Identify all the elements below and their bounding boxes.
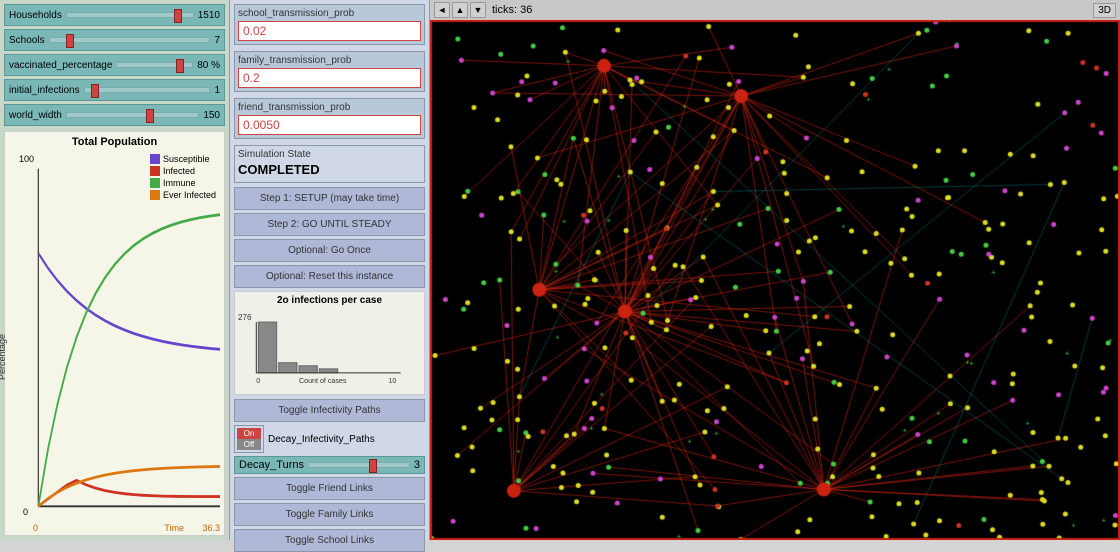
decay-turns-track[interactable] [308, 462, 410, 468]
on-off-toggle[interactable]: On Off [234, 425, 264, 453]
slider-label-4: world_width [9, 110, 62, 121]
on-label[interactable]: On [237, 428, 261, 439]
legend-item-3: Ever Infected [150, 190, 216, 200]
params-section: school_transmission_prob family_transmis… [234, 4, 425, 145]
slider-label-3: initial_infections [9, 85, 80, 96]
svg-text:276: 276 [238, 313, 252, 322]
decay-turns-label: Decay_Turns [239, 459, 304, 471]
param-box-2: friend_transmission_prob [234, 98, 425, 139]
slider-track-1[interactable] [49, 37, 211, 43]
slider-row-4: world_width 150 [4, 104, 225, 126]
legend-item-2: Immune [150, 178, 216, 188]
left-panel: Households 1510 Schools 7 vaccinated_per… [0, 0, 230, 540]
legend-color-2 [150, 178, 160, 188]
histogram-title: 2o infections per case [238, 295, 421, 306]
param-box-0: school_transmission_prob [234, 4, 425, 45]
legend-color-1 [150, 166, 160, 176]
legend-label-0: Susceptible [163, 154, 210, 164]
svg-text:0: 0 [256, 377, 260, 385]
nav-down-btn[interactable]: ▼ [470, 2, 486, 18]
toggle-family-btn[interactable]: Toggle Family Links [234, 503, 425, 526]
x-axis-start: 0 [33, 523, 38, 533]
action-btn-2[interactable]: Optional: Go Once [234, 239, 425, 262]
slider-row-0: Households 1510 [4, 4, 225, 26]
param-label-2: friend_transmission_prob [238, 102, 421, 113]
ticks-label: ticks: 36 [492, 4, 1093, 16]
action-btn-0[interactable]: Step 1: SETUP (may take time) [234, 187, 425, 210]
slider-thumb-0[interactable] [174, 9, 182, 23]
histogram-box: 2o infections per case 276 0 10 Count of… [234, 291, 425, 395]
viz-header: ◄ ▲ ▼ ticks: 36 3D [430, 0, 1120, 20]
action-buttons: Step 1: SETUP (may take time) Step 2: GO … [234, 187, 425, 291]
decay-turns-thumb[interactable] [369, 459, 377, 473]
slider-label-1: Schools [9, 35, 45, 46]
population-svg [9, 150, 220, 525]
toggle-school-btn[interactable]: Toggle School Links [234, 529, 425, 552]
slider-thumb-2[interactable] [176, 59, 184, 73]
action-btn-1[interactable]: Step 2: GO UNTIL STEADY [234, 213, 425, 236]
network-visualization [430, 20, 1120, 540]
legend-item-1: Infected [150, 166, 216, 176]
legend-item-0: Susceptible [150, 154, 216, 164]
toggle-friend-btn[interactable]: Toggle Friend Links [234, 477, 425, 500]
x-axis-end: 36.3 [202, 523, 220, 533]
off-label[interactable]: Off [237, 439, 261, 450]
slider-row-3: initial_infections 1 [4, 79, 225, 101]
legend-label-3: Ever Infected [163, 190, 216, 200]
toggle-infectivity-btn[interactable]: Toggle Infectivity Paths [234, 399, 425, 422]
action-btn-3[interactable]: Optional: Reset this instance [234, 265, 425, 288]
slider-track-4[interactable] [66, 112, 200, 118]
param-label-1: family_transmission_prob [238, 55, 421, 66]
chart-title: Total Population [9, 136, 220, 148]
slider-row-2: vaccinated_percentage 80 % [4, 54, 225, 76]
slider-thumb-3[interactable] [91, 84, 99, 98]
nav-left-btn[interactable]: ◄ [434, 2, 450, 18]
sliders-section: Households 1510 Schools 7 vaccinated_per… [4, 4, 225, 129]
slider-track-2[interactable] [116, 62, 193, 68]
total-population-chart: Total Population Susceptible Infected Immu… [4, 131, 225, 536]
param-input-1[interactable] [238, 68, 421, 88]
chart-legend: Susceptible Infected Immune Ever Infected [150, 154, 216, 202]
legend-color-3 [150, 190, 160, 200]
decay-infectivity-row: On Off Decay_Infectivity_Paths [234, 425, 425, 453]
sim-state-label: Simulation State [238, 149, 421, 160]
decay-infectivity-label: Decay_Infectivity_Paths [268, 434, 425, 445]
slider-value-4: 150 [203, 110, 220, 121]
slider-thumb-4[interactable] [146, 109, 154, 123]
legend-label-2: Immune [163, 178, 196, 188]
decay-turns-value: 3 [414, 459, 420, 471]
y-axis-label: Percentage [0, 334, 7, 380]
param-box-1: family_transmission_prob [234, 51, 425, 92]
param-input-0[interactable] [238, 21, 421, 41]
slider-thumb-1[interactable] [66, 34, 74, 48]
histogram-svg: 276 0 10 Count of cases [238, 308, 421, 388]
x-axis-label: Time [164, 523, 184, 533]
simulation-state-box: Simulation State COMPLETED [234, 145, 425, 183]
param-label-0: school_transmission_prob [238, 8, 421, 19]
decay-turns-slider-row: Decay_Turns 3 [234, 456, 425, 474]
3d-button[interactable]: 3D [1093, 3, 1116, 18]
legend-label-1: Infected [163, 166, 195, 176]
slider-label-2: vaccinated_percentage [9, 60, 112, 71]
slider-value-2: 80 % [197, 60, 220, 71]
svg-text:10: 10 [388, 377, 396, 385]
slider-value-0: 1510 [198, 10, 220, 21]
slider-value-1: 7 [214, 35, 220, 46]
nav-up-btn[interactable]: ▲ [452, 2, 468, 18]
slider-row-1: Schools 7 [4, 29, 225, 51]
slider-value-3: 1 [214, 85, 220, 96]
slider-track-3[interactable] [84, 87, 211, 93]
param-input-2[interactable] [238, 115, 421, 135]
middle-panel: school_transmission_prob family_transmis… [230, 0, 430, 540]
nav-arrows: ◄ ▲ ▼ [434, 2, 486, 18]
slider-track-0[interactable] [66, 12, 194, 18]
right-panel: ◄ ▲ ▼ ticks: 36 3D [430, 0, 1120, 540]
slider-label-0: Households [9, 10, 62, 21]
y-axis-min: 0 [23, 507, 28, 517]
sim-state-value: COMPLETED [238, 160, 421, 179]
svg-text:Count of cases: Count of cases [299, 377, 347, 385]
y-axis-max: 100 [19, 154, 34, 164]
legend-color-0 [150, 154, 160, 164]
